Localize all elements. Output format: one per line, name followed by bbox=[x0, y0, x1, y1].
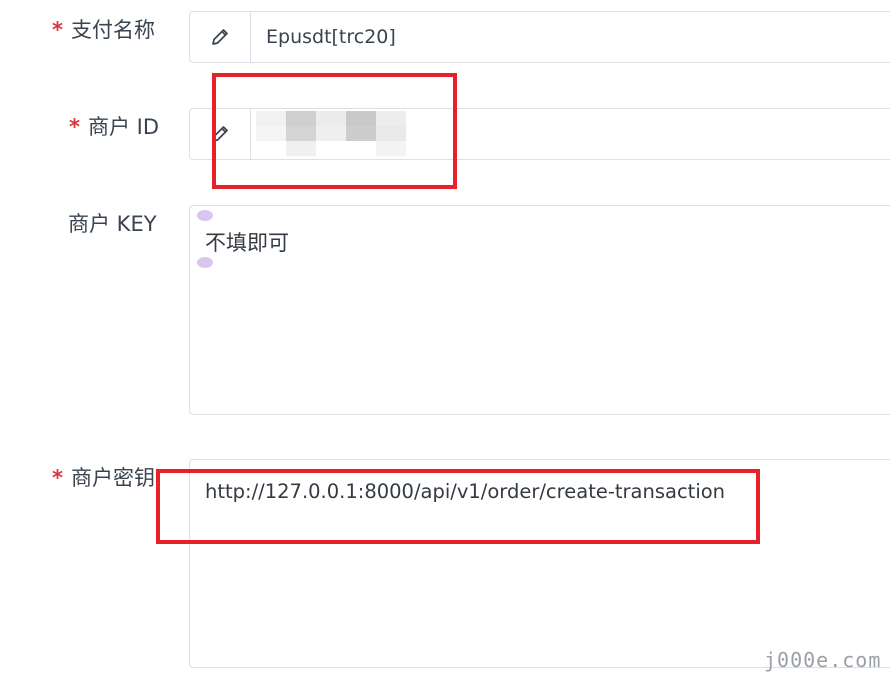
pay-name-label: * 支付名称 bbox=[52, 18, 155, 42]
watermark: j000e.com bbox=[764, 648, 882, 672]
pencil-icon bbox=[190, 12, 251, 62]
merchant-key-value: 不填即可 bbox=[205, 231, 289, 255]
payment-config-form: * 支付名称 Epusdt[trc20] * 商户 ID 商户 KEY 不填即可… bbox=[0, 0, 890, 692]
merchant-key-label: 商户 KEY bbox=[68, 212, 157, 236]
selection-handle-icon bbox=[197, 257, 213, 268]
merchant-id-label: * 商户 ID bbox=[69, 115, 160, 139]
highlight-box-merchant-secret bbox=[156, 469, 760, 544]
required-mark: * bbox=[52, 466, 63, 490]
highlight-box-merchant-id bbox=[212, 73, 457, 189]
merchant-secret-label: * 商户密钥 bbox=[52, 466, 155, 490]
merchant-key-textarea[interactable]: 不填即可 bbox=[189, 205, 890, 415]
selection-handle-icon bbox=[197, 210, 213, 221]
pay-name-value: Epusdt[trc20] bbox=[266, 26, 396, 48]
required-mark: * bbox=[52, 18, 63, 42]
required-mark: * bbox=[69, 115, 80, 139]
pay-name-input[interactable]: Epusdt[trc20] bbox=[189, 11, 890, 63]
